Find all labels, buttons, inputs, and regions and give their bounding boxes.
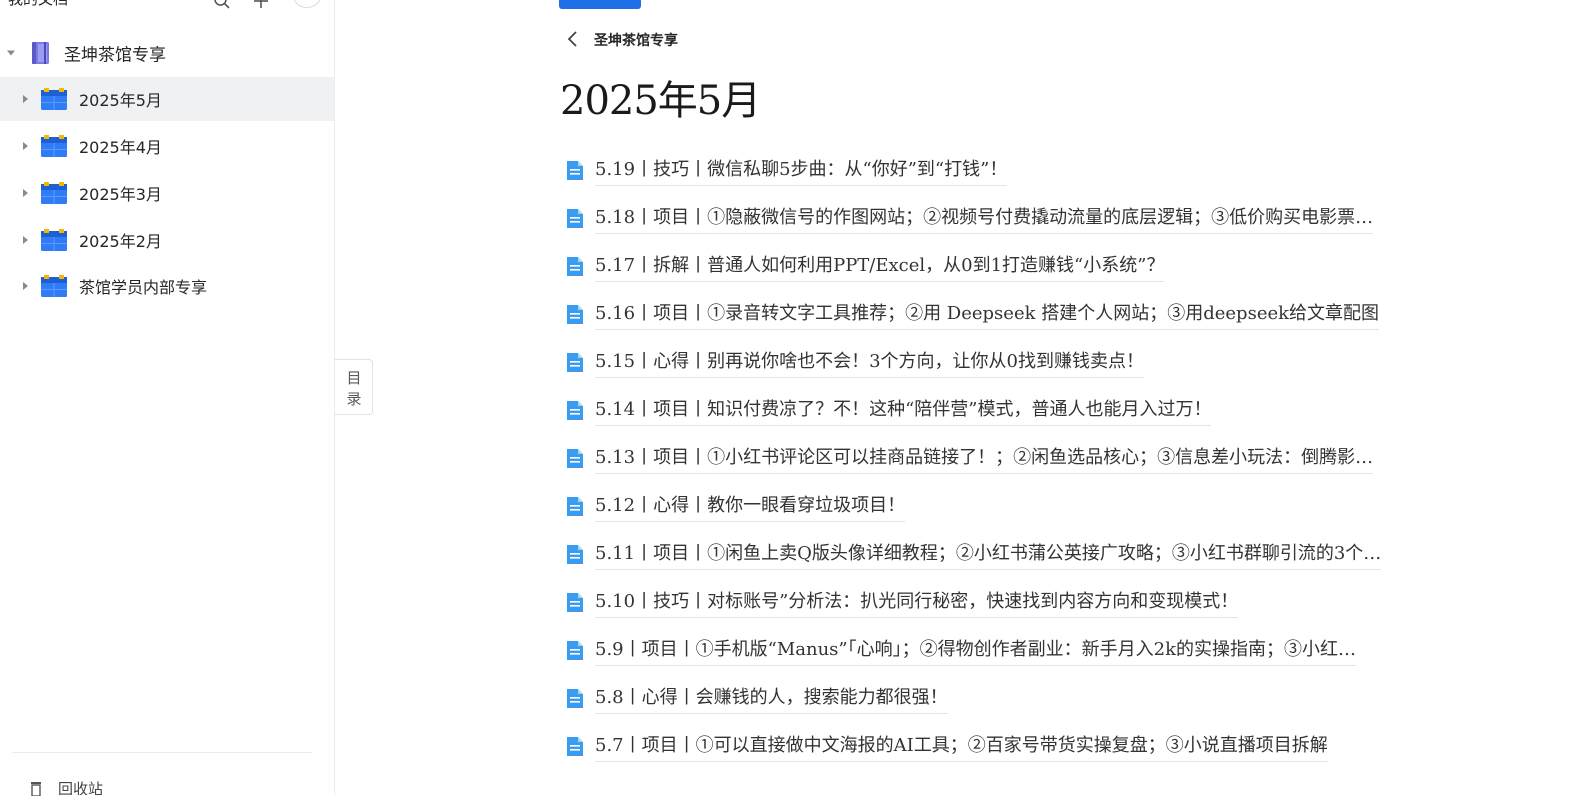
document-icon [567, 401, 583, 420]
document-icon [567, 545, 583, 564]
doc-title[interactable]: 5.9丨项目丨①手机版“Manus”「心响」；②得物创作者副业：新手月入2k的实… [595, 637, 1356, 666]
doc-title[interactable]: 5.12丨心得丨教你一眼看穿垃圾项目！ [595, 493, 906, 522]
document-icon [567, 209, 583, 228]
collapse-sidebar-button[interactable] [292, 0, 322, 8]
doc-list-item[interactable]: 5.11丨项目丨①闲鱼上卖Q版头像详细教程；②小红书蒲公英接广攻略；③小红书群聊… [564, 541, 1464, 571]
doc-list-item[interactable]: 5.14丨项目丨知识付费凉了？不！这种“陪伴营”模式，普通人也能月入过万！ [564, 397, 1464, 427]
folder-icon [41, 275, 67, 297]
doc-list-item[interactable]: 5.9丨项目丨①手机版“Manus”「心响」；②得物创作者副业：新手月入2k的实… [564, 637, 1464, 667]
caret-right-icon[interactable] [23, 236, 28, 244]
document-icon [567, 689, 583, 708]
folder-icon [41, 88, 67, 110]
folder-icon [41, 229, 67, 251]
caret-right-icon[interactable] [23, 142, 28, 150]
document-icon [567, 593, 583, 612]
document-icon [567, 353, 583, 372]
doc-list-item[interactable]: 5.15丨心得丨别再说你啥也不会！3个方向，让你从0找到赚钱卖点！ [564, 349, 1464, 379]
plus-icon[interactable] [252, 0, 270, 10]
doc-list-item[interactable]: 5.19丨技巧丨微信私聊5步曲：从“你好”到“打钱”！ [564, 157, 1464, 187]
trash-link[interactable]: 回收站 [58, 778, 103, 795]
caret-right-icon[interactable] [23, 189, 28, 197]
doc-list-item[interactable]: 5.12丨心得丨教你一眼看穿垃圾项目！ [564, 493, 1464, 523]
caret-right-icon[interactable] [23, 95, 28, 103]
sidebar-item-label: 茶馆学员内部专享 [79, 278, 208, 297]
folder-icon [41, 135, 67, 157]
sidebar-item-2025-03[interactable]: 2025年3月 [0, 171, 334, 215]
document-icon [567, 641, 583, 660]
sidebar-item-2025-05[interactable]: 2025年5月 [0, 77, 334, 121]
sidebar-item-2025-02[interactable]: 2025年2月 [0, 218, 334, 262]
doc-title[interactable]: 5.8丨心得丨会赚钱的人，搜索能力都很强！ [595, 685, 948, 714]
search-icon[interactable] [213, 0, 231, 10]
document-icon [567, 161, 583, 180]
sidebar-item-label: 2025年4月 [79, 138, 162, 157]
top-action-button[interactable] [559, 0, 641, 9]
doc-list-item[interactable]: 5.13丨项目丨①小红书评论区可以挂商品链接了！；②闲鱼选品核心；③信息差小玩法… [564, 445, 1464, 475]
doc-title[interactable]: 5.16丨项目丨①录音转文字工具推荐；②用 Deepseek 搭建个人网站；③用… [595, 301, 1380, 330]
tree-root-item[interactable]: 圣坤茶馆专享 [0, 31, 334, 75]
document-icon [567, 737, 583, 756]
page-title: 2025年5月 [560, 78, 761, 124]
trash-icon [31, 782, 41, 796]
breadcrumb[interactable]: 圣坤茶馆专享 [594, 30, 678, 50]
doc-title[interactable]: 5.15丨心得丨别再说你啥也不会！3个方向，让你从0找到赚钱卖点！ [595, 349, 1144, 378]
folder-icon [41, 182, 67, 204]
toc-tab-label-1: 目 [346, 369, 362, 387]
sidebar-item-label: 2025年5月 [79, 91, 162, 110]
sidebar-item-label: 2025年3月 [79, 185, 162, 204]
doc-title[interactable]: 5.17丨拆解丨普通人如何利用PPT/Excel，从0到1打造赚钱“小系统”？ [595, 253, 1165, 282]
caret-down-icon[interactable] [7, 50, 15, 56]
toc-toggle-tab[interactable]: 目 录 [335, 359, 373, 415]
doc-title[interactable]: 5.13丨项目丨①小红书评论区可以挂商品链接了！；②闲鱼选品核心；③信息差小玩法… [595, 445, 1374, 474]
toc-tab-label-2: 录 [346, 390, 362, 408]
doc-list-item[interactable]: 5.7丨项目丨①可以直接做中文海报的AI工具；②百家号带货实操复盘；③小说直播项… [564, 733, 1464, 763]
document-icon [567, 497, 583, 516]
doc-title[interactable]: 5.10丨技巧丨对标账号”分析法：扒光同行秘密，快速找到内容方向和变现模式！ [595, 589, 1239, 618]
sidebar-divider [12, 752, 312, 753]
chevron-left-icon[interactable] [566, 30, 580, 48]
doc-list-item[interactable]: 5.17丨拆解丨普通人如何利用PPT/Excel，从0到1打造赚钱“小系统”？ [564, 253, 1464, 283]
doc-title[interactable]: 5.18丨项目丨①隐蔽微信号的作图网站；②视频号付费撬动流量的底层逻辑；③低价购… [595, 205, 1374, 234]
document-icon [567, 305, 583, 324]
doc-list-item[interactable]: 5.18丨项目丨①隐蔽微信号的作图网站；②视频号付费撬动流量的底层逻辑；③低价购… [564, 205, 1464, 235]
tree-root-label: 圣坤茶馆专享 [64, 45, 166, 66]
caret-right-icon[interactable] [23, 282, 28, 290]
sidebar: 我的文档 圣坤茶馆专享 2025年5月 [0, 0, 335, 796]
doc-title[interactable]: 5.11丨项目丨①闲鱼上卖Q版头像详细教程；②小红书蒲公英接广攻略；③小红书群聊… [595, 541, 1382, 570]
knowledge-book-icon [32, 42, 49, 64]
sidebar-item-members[interactable]: 茶馆学员内部专享 [0, 264, 334, 308]
sidebar-header: 我的文档 [0, 0, 334, 12]
doc-title[interactable]: 5.14丨项目丨知识付费凉了？不！这种“陪伴营”模式，普通人也能月入过万！ [595, 397, 1212, 426]
doc-list-item[interactable]: 5.10丨技巧丨对标账号”分析法：扒光同行秘密，快速找到内容方向和变现模式！ [564, 589, 1464, 619]
doc-list-item[interactable]: 5.8丨心得丨会赚钱的人，搜索能力都很强！ [564, 685, 1464, 715]
document-icon [567, 257, 583, 276]
sidebar-item-2025-04[interactable]: 2025年4月 [0, 124, 334, 168]
doc-title[interactable]: 5.19丨技巧丨微信私聊5步曲：从“你好”到“打钱”！ [595, 157, 1008, 186]
doc-list-item[interactable]: 5.16丨项目丨①录音转文字工具推荐；②用 Deepseek 搭建个人网站；③用… [564, 301, 1464, 331]
doc-title[interactable]: 5.7丨项目丨①可以直接做中文海报的AI工具；②百家号带货实操复盘；③小说直播项… [595, 733, 1328, 762]
sidebar-item-label: 2025年2月 [79, 232, 162, 251]
sidebar-title: 我的文档 [8, 0, 68, 9]
document-icon [567, 449, 583, 468]
